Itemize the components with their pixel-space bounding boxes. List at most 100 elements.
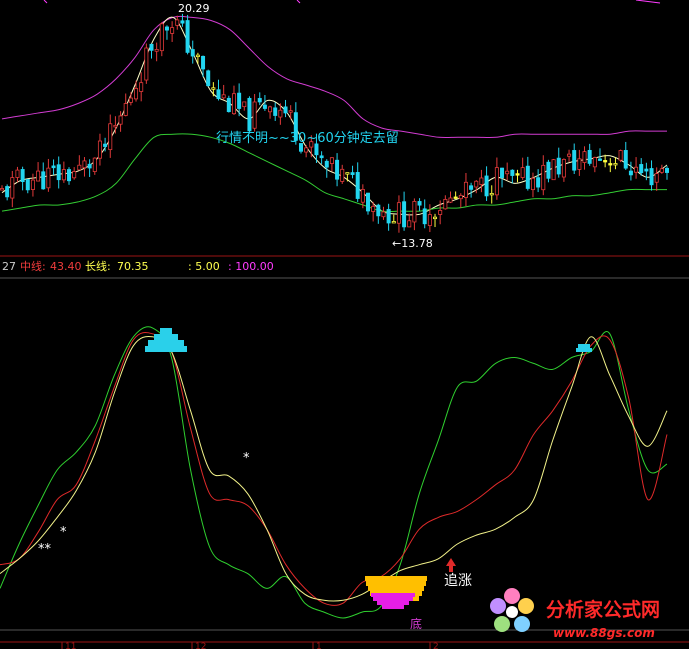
tick-label-2: 12 [195, 642, 206, 649]
candle [355, 162, 360, 202]
candle [231, 85, 236, 115]
candle [92, 157, 97, 175]
candle [56, 156, 61, 189]
candle [484, 166, 489, 201]
candle [618, 149, 623, 163]
low-price-label: ←13.78 [392, 237, 433, 250]
candle [597, 148, 602, 161]
band-line-middle [1, 16, 668, 216]
candle [77, 155, 82, 171]
star-mark-a: ** [38, 542, 52, 557]
candle [283, 99, 288, 118]
watermark-url: www.88gs.com [553, 626, 655, 640]
candle [479, 169, 484, 193]
peak-signal-block-2 [576, 344, 592, 352]
candle [494, 157, 499, 200]
top-marker-2 [296, 0, 301, 4]
candle [417, 198, 422, 211]
candle [381, 206, 386, 220]
candle [366, 192, 371, 215]
indicator-panel [0, 326, 668, 619]
candle [319, 151, 324, 165]
candle [541, 155, 546, 196]
candle [257, 92, 262, 106]
chase-label: 追涨 [444, 573, 472, 589]
legend-mid-value: 43.40 [50, 260, 82, 273]
candle [190, 40, 195, 64]
candle [376, 203, 381, 224]
legend-mid-label: 中线: [20, 259, 46, 273]
legend-prefix: 27 [2, 260, 16, 273]
candle [154, 42, 159, 62]
legend-long-label: 长线: [85, 259, 111, 273]
candle [340, 164, 345, 184]
candle [412, 198, 417, 231]
candle [536, 169, 541, 193]
high-price-label: 20.29 [178, 2, 210, 15]
indicator-line-green [0, 326, 668, 619]
candle [659, 164, 664, 174]
legend-param-1: : 5.00 [188, 260, 220, 273]
candle [25, 179, 30, 194]
candle [530, 172, 535, 198]
tick-label-4: 2 [433, 642, 439, 649]
candle [396, 195, 401, 233]
candle [268, 105, 273, 119]
candle [226, 95, 231, 113]
candle [36, 162, 41, 182]
candle [515, 169, 520, 183]
band-line-upper [1, 15, 667, 139]
candle [51, 159, 56, 175]
candle [628, 161, 633, 181]
candle [474, 180, 479, 194]
candle [170, 21, 175, 42]
candle [463, 172, 468, 207]
candle [185, 14, 190, 55]
chase-arrow-icon [446, 558, 456, 572]
candle [67, 167, 72, 185]
candle [273, 102, 278, 121]
candle [654, 167, 659, 191]
candle [453, 191, 458, 199]
candle [469, 182, 474, 198]
candle [87, 159, 92, 177]
candle [15, 166, 20, 183]
candle [350, 165, 355, 179]
candle [242, 101, 247, 111]
indicator-line-yellow [0, 335, 668, 602]
candle [247, 96, 252, 134]
candle [335, 153, 340, 187]
candle [5, 184, 10, 201]
candle [608, 158, 613, 173]
legend-long-value: 70.35 [117, 260, 149, 273]
candle [386, 203, 391, 231]
candle [546, 159, 551, 183]
candle [577, 149, 582, 176]
candle [108, 114, 113, 158]
price-annotation: 行情不明~~30~60分钟定去留 [216, 130, 399, 146]
candle [41, 162, 46, 190]
candle [61, 161, 66, 183]
candle [82, 157, 87, 177]
indicator-line-red [0, 332, 668, 606]
candle [97, 133, 102, 166]
candle [72, 167, 77, 180]
flower-logo-icon [490, 588, 534, 632]
tick-label-3: 1 [316, 642, 322, 649]
candle [329, 157, 334, 172]
candle [159, 22, 164, 57]
candle [407, 213, 412, 228]
candle [252, 93, 257, 132]
star-mark-c: * [243, 451, 250, 466]
chart-window: 20.29 ←13.78 行情不明~~30~60分钟定去留 27 中线: 43.… [0, 0, 689, 649]
candle [304, 144, 309, 158]
candle [20, 166, 25, 191]
legend-param-2: : 100.00 [228, 260, 274, 273]
candle [221, 84, 226, 100]
candle [391, 214, 396, 224]
candle [123, 93, 128, 117]
candle [139, 72, 144, 102]
candle [128, 92, 133, 106]
candle [587, 143, 592, 166]
candle [572, 143, 577, 175]
